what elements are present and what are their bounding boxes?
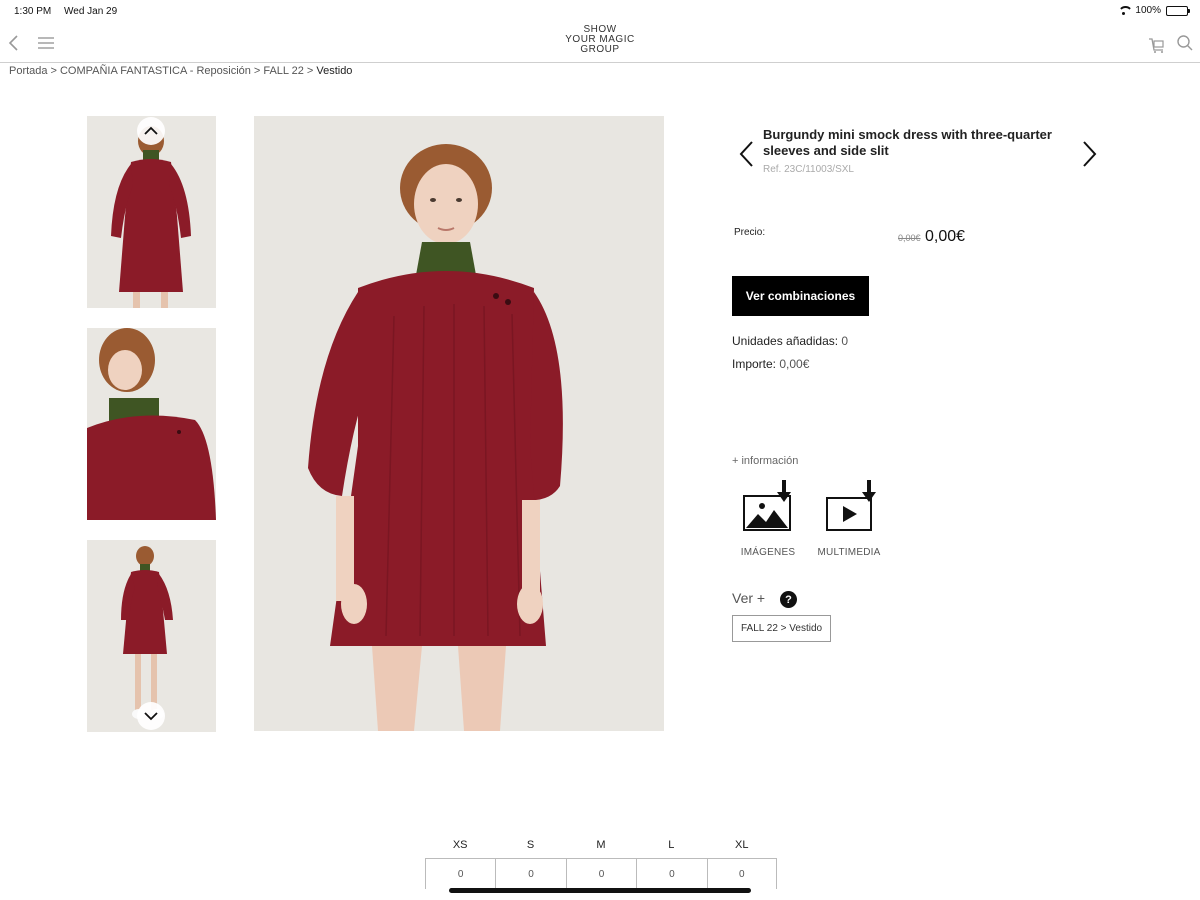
search-icon[interactable]: [1176, 34, 1194, 52]
price-old: 0,00€: [898, 233, 921, 243]
size-inputs: [425, 858, 777, 889]
breadcrumb-separator: >: [50, 65, 57, 77]
units-added-label: Unidades añadidas:: [732, 334, 839, 348]
more-info-link[interactable]: + información: [732, 455, 798, 467]
quantity-input-xl[interactable]: [706, 859, 777, 889]
status-date: Wed Jan 29: [64, 6, 118, 17]
breadcrumb-current: Vestido: [316, 65, 353, 77]
size-header-m: M: [596, 839, 606, 851]
brand-logo[interactable]: SHOW YOUR MAGIC GROUP: [540, 25, 660, 55]
product-reference: Ref. 23C/11003/SXL: [763, 164, 854, 175]
price-current: 0,00€: [925, 228, 966, 245]
size-quantity-grid: XS S M L XL: [425, 836, 777, 889]
quantity-input-l[interactable]: [636, 859, 707, 889]
main-product-image[interactable]: [254, 116, 664, 731]
download-multimedia-button[interactable]: MULTIMEDIA: [809, 480, 889, 558]
product-title: Burgundy mini smock dress with three-qua…: [763, 127, 1052, 158]
status-bar: 1:30 PM Wed Jan 29 100%: [0, 0, 1200, 22]
breadcrumb: Portada > COMPAÑIA FANTASTICA - Reposición…: [9, 65, 352, 77]
quantity-input-xs[interactable]: [425, 859, 496, 889]
home-indicator[interactable]: [449, 888, 751, 893]
size-headers: XS S M L XL: [425, 836, 777, 858]
help-icon[interactable]: ?: [780, 591, 797, 608]
price-label: Precio:: [734, 227, 766, 238]
logo-line-3: GROUP: [580, 44, 620, 55]
view-more-label: Ver +: [732, 590, 766, 606]
size-header-s: S: [526, 839, 535, 851]
image-download-icon: [740, 480, 796, 534]
thumb-detail-view[interactable]: [87, 328, 216, 520]
battery-percent: 100%: [1135, 5, 1161, 16]
breadcrumb-collection[interactable]: COMPAÑIA FANTASTICA - Reposición: [60, 65, 251, 77]
scroll-up-chevron-icon[interactable]: [137, 117, 165, 145]
back-arrow-icon[interactable]: [6, 34, 22, 52]
breadcrumb-separator: >: [253, 65, 261, 77]
shopping-bag-icon[interactable]: [1146, 34, 1166, 54]
units-added: Unidades añadidas: 0: [732, 334, 848, 348]
size-header-xl: XL: [735, 839, 749, 851]
size-header-xs: XS: [452, 839, 468, 851]
size-header-l: L: [668, 839, 675, 851]
breadcrumb-home[interactable]: Portada: [9, 65, 48, 77]
breadcrumb-season[interactable]: FALL 22: [263, 65, 304, 77]
amount-total: Importe: 0,00€: [732, 357, 809, 371]
scroll-down-chevron-icon[interactable]: [137, 702, 165, 730]
amount-label: Importe:: [732, 357, 777, 371]
status-right: 100%: [1117, 5, 1190, 16]
hamburger-menu-icon[interactable]: [36, 36, 56, 50]
download-images-button[interactable]: IMÁGENES: [728, 480, 808, 558]
multimedia-label: MULTIMEDIA: [817, 547, 881, 558]
quantity-input-s[interactable]: [495, 859, 566, 889]
previous-product-arrow-icon[interactable]: [736, 138, 758, 170]
wifi-icon: [1117, 5, 1134, 16]
amount-value: 0,00€: [779, 357, 810, 371]
nav-bar: SHOW YOUR MAGIC GROUP: [0, 22, 1200, 63]
status-time: 1:30 PM: [14, 6, 52, 17]
images-label: IMÁGENES: [740, 547, 796, 558]
video-download-icon: [821, 480, 877, 534]
category-tag[interactable]: FALL 22 > Vestido: [732, 615, 832, 642]
next-product-arrow-icon[interactable]: [1078, 138, 1100, 170]
units-added-value: 0: [841, 334, 849, 348]
battery-icon: [1166, 5, 1190, 16]
quantity-input-m[interactable]: [565, 859, 637, 889]
breadcrumb-separator: >: [306, 65, 314, 77]
view-combinations-button[interactable]: Ver combinaciones: [732, 276, 869, 316]
